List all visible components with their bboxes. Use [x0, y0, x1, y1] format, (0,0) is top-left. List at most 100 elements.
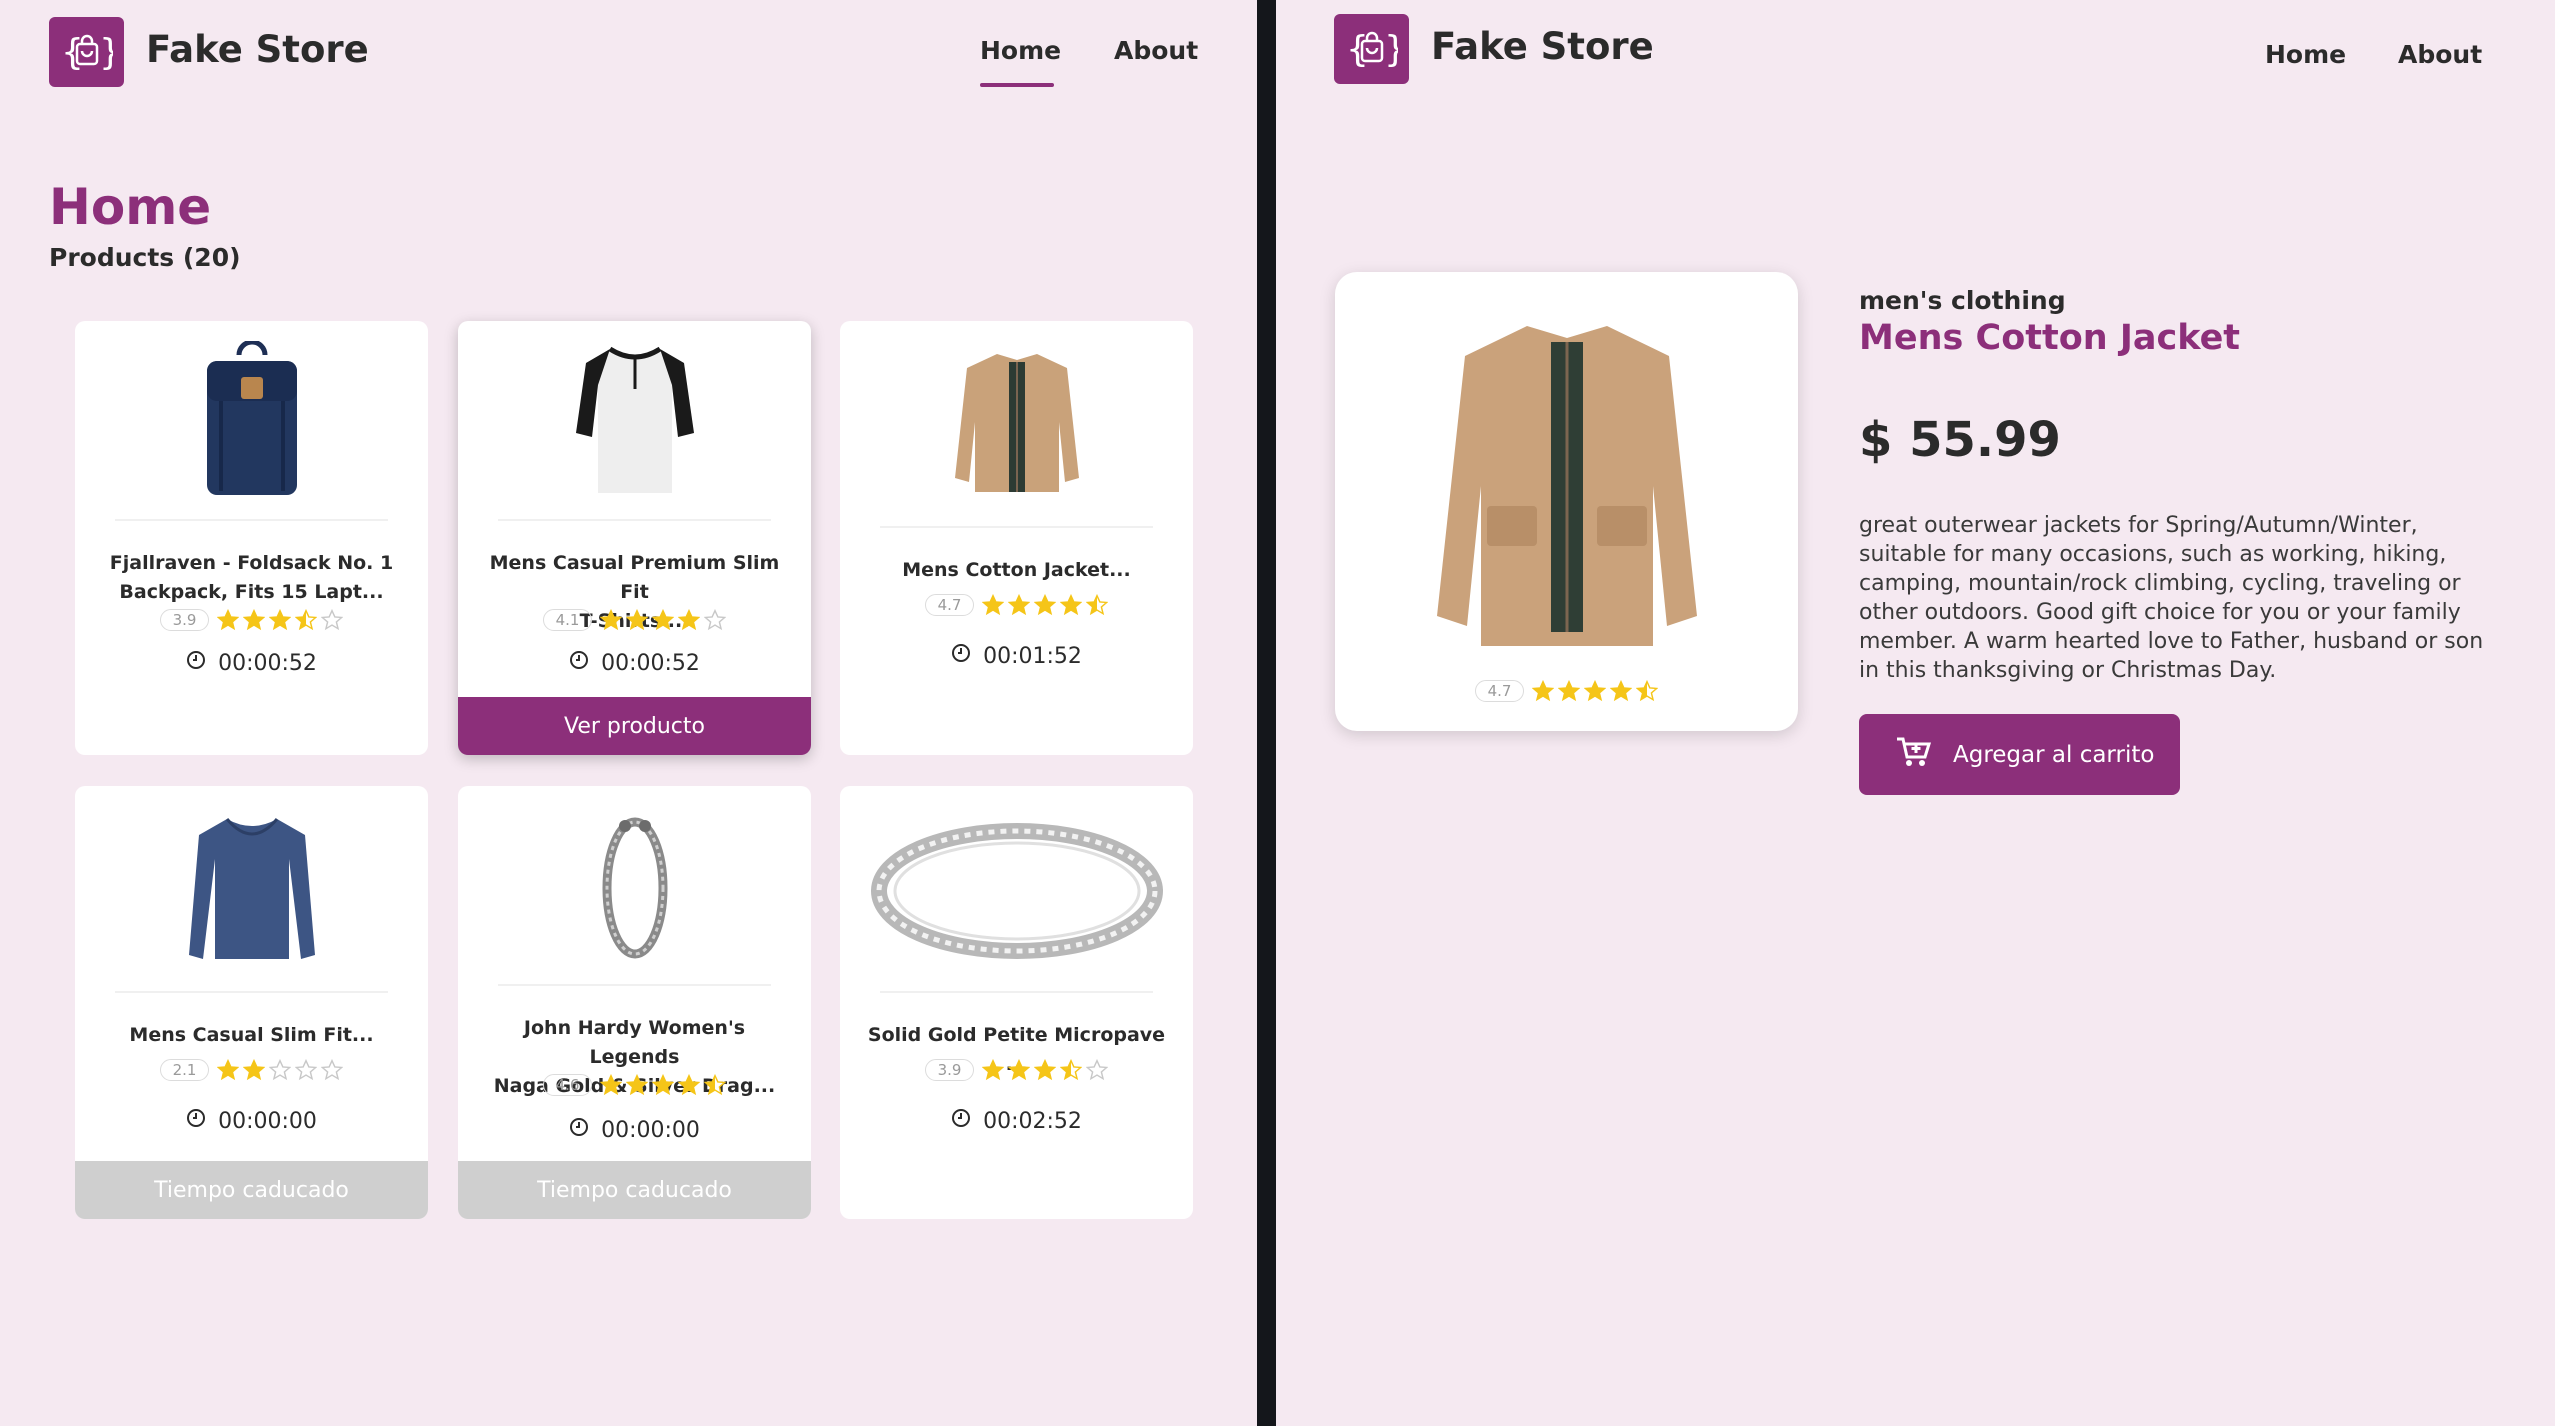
product-card[interactable]: Fjallraven - Foldsack No. 1 Backpack, Fit… [75, 321, 428, 755]
timer-value: 00:01:52 [983, 643, 1082, 669]
timer-value: 00:00:52 [218, 650, 317, 676]
view-product-button[interactable]: Ver producto [458, 697, 811, 755]
rating-row: 3.9 [75, 609, 428, 631]
expired-button: Tiempo caducado [75, 1161, 428, 1219]
star-icon [243, 609, 266, 631]
jacket-image [1436, 326, 1697, 646]
product-title: Mens Casual Slim Fit... [129, 1024, 374, 1046]
star-icon [295, 1059, 318, 1081]
home-pane: { } Fake Store Home About Home Products … [0, 0, 1257, 1426]
add-to-cart-button[interactable]: Agregar al carrito [1859, 714, 2180, 795]
nav-active-indicator [980, 83, 1054, 87]
clock-icon [186, 650, 206, 676]
rating-value: 3.9 [159, 609, 210, 631]
product-image [840, 321, 1193, 526]
longsleeve-image [188, 817, 315, 959]
shopping-bag-icon: { } [1346, 29, 1398, 70]
star-rating [217, 609, 344, 631]
brand-logo[interactable]: { } [49, 17, 124, 87]
star-icon [1060, 594, 1083, 616]
timer-value: 00:00:00 [218, 1108, 317, 1134]
star-icon [1034, 594, 1057, 616]
product-card[interactable]: Solid Gold Petite Micropave ... 3.9 00:0… [840, 786, 1193, 1219]
star-icon [982, 594, 1005, 616]
brand-logo[interactable]: { } [1334, 14, 1409, 84]
card-divider [498, 984, 771, 986]
page-title: Home [49, 178, 212, 236]
product-image [75, 786, 428, 991]
rating-value: 4.1 [542, 609, 593, 631]
clock-icon [569, 650, 589, 676]
expired-button: Tiempo caducado [458, 1161, 811, 1219]
star-icon [652, 609, 675, 631]
star-rating [600, 1074, 727, 1096]
card-divider [498, 519, 771, 521]
card-divider [880, 526, 1153, 528]
clock-icon [186, 1108, 206, 1134]
product-price: $ 55.99 [1859, 412, 2061, 468]
brand-name[interactable]: Fake Store [146, 28, 369, 71]
star-rating [982, 1059, 1109, 1081]
star-icon [704, 1074, 727, 1096]
nav-home[interactable]: Home [980, 36, 1061, 65]
star-icon [626, 609, 649, 631]
product-card[interactable]: Mens Casual Slim Fit... 2.1 00:00:00 Tie… [75, 786, 428, 1219]
star-icon [1558, 680, 1581, 702]
brand-name[interactable]: Fake Store [1431, 25, 1654, 68]
star-icon [1086, 1059, 1109, 1081]
star-icon [1086, 594, 1109, 616]
countdown-timer: 00:00:52 [75, 650, 428, 676]
product-title: Mens Cotton Jacket... [902, 559, 1131, 581]
window-divider [1257, 0, 1276, 1426]
star-rating [600, 609, 727, 631]
star-rating [217, 1059, 344, 1081]
star-icon [982, 1059, 1005, 1081]
product-card[interactable]: John Hardy Women's LegendsNaga Gold & Si… [458, 786, 811, 1219]
product-image [1335, 306, 1798, 646]
product-image [840, 786, 1193, 991]
rating-value: 4.7 [924, 594, 975, 616]
star-icon [1636, 680, 1659, 702]
star-icon [321, 1059, 344, 1081]
rating-row: 2.1 [75, 1059, 428, 1081]
star-icon [652, 1074, 675, 1096]
countdown-timer: 00:00:52 [458, 650, 811, 676]
star-icon [1008, 1059, 1031, 1081]
product-image-card: 4.7 [1335, 272, 1798, 731]
star-icon [678, 1074, 701, 1096]
product-card[interactable]: Mens Casual Premium Slim Fit T-Shirts ...… [458, 321, 811, 755]
star-icon [269, 609, 292, 631]
countdown-timer: 00:01:52 [840, 643, 1193, 669]
rating-value: 4.7 [1474, 680, 1525, 702]
star-icon [1532, 680, 1555, 702]
star-icon [243, 1059, 266, 1081]
product-image [458, 321, 811, 521]
card-divider [880, 991, 1153, 993]
product-title: Fjallraven - Foldsack No. 1 Backpack, Fit… [109, 552, 394, 603]
timer-value: 00:00:00 [601, 1117, 700, 1143]
star-icon [704, 609, 727, 631]
star-icon [1008, 594, 1031, 616]
ring-image [870, 822, 1163, 959]
clock-icon [569, 1117, 589, 1143]
rating-value: 2.1 [159, 1059, 210, 1081]
nav-home[interactable]: Home [2265, 40, 2346, 69]
star-icon [600, 1074, 623, 1096]
rating-value: 4.6 [542, 1074, 593, 1096]
add-to-cart-label: Agregar al carrito [1953, 741, 2155, 768]
nav-about[interactable]: About [2398, 40, 2482, 69]
header: { } Fake Store Home About [1276, 0, 2555, 110]
timer-value: 00:02:52 [983, 1108, 1082, 1134]
star-icon [626, 1074, 649, 1096]
star-icon [217, 609, 240, 631]
rating-row: 4.6 [458, 1074, 811, 1096]
star-icon [269, 1059, 292, 1081]
product-card[interactable]: Mens Cotton Jacket... 4.7 00:01:52 [840, 321, 1193, 755]
star-rating [982, 594, 1109, 616]
card-divider [115, 991, 388, 993]
nav-about[interactable]: About [1114, 36, 1198, 65]
shopping-bag-icon: { } [61, 32, 113, 73]
star-icon [1060, 1059, 1083, 1081]
rating-value: 3.9 [924, 1059, 975, 1081]
products-count: Products (20) [49, 243, 241, 272]
